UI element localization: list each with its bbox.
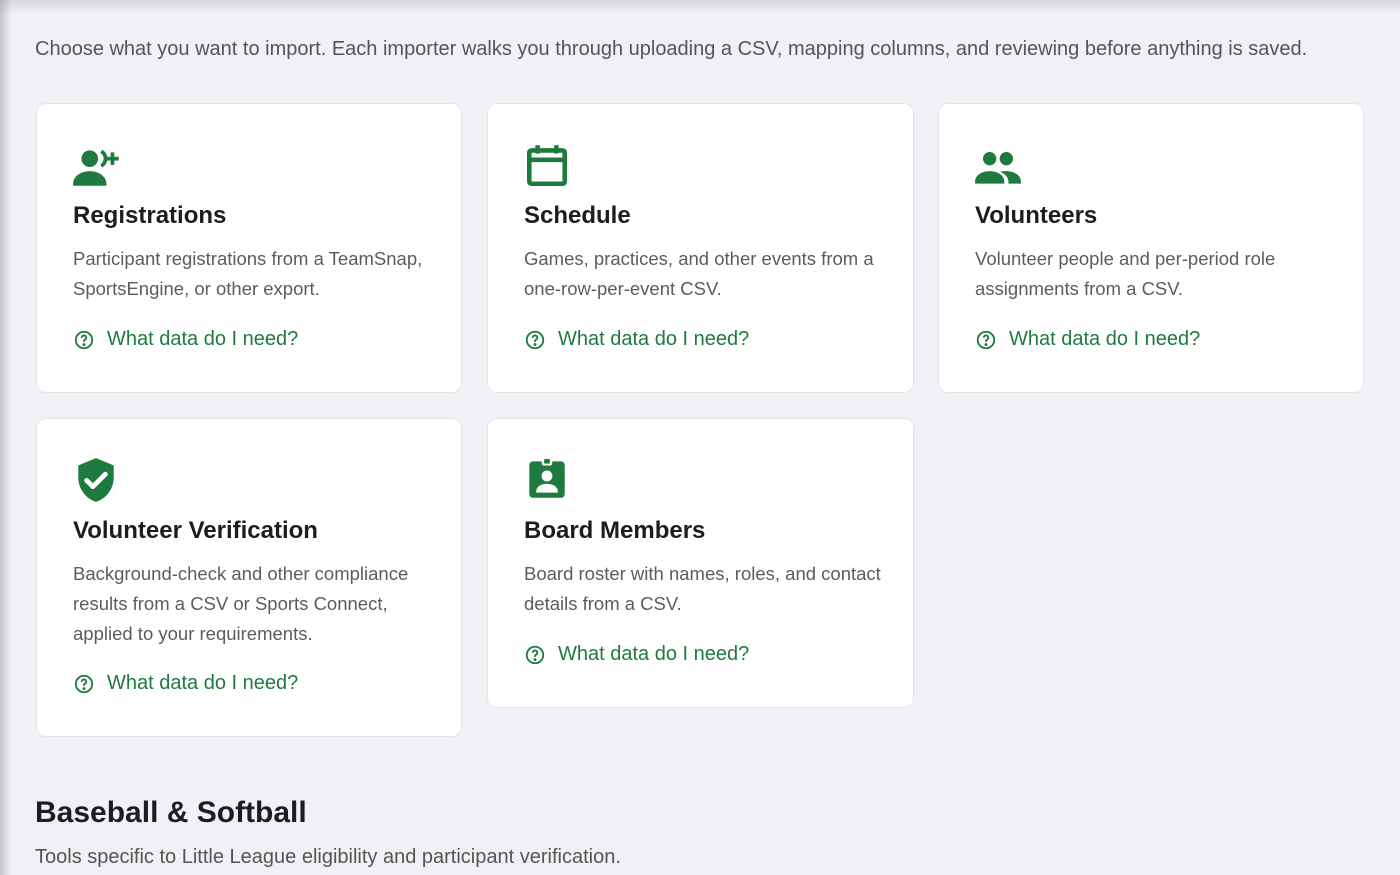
badge-icon: [522, 453, 572, 503]
what-data-link[interactable]: What data do I need?: [524, 328, 749, 351]
help-circle-icon: [524, 644, 546, 666]
registrations-card[interactable]: Registrations Participant registrations …: [36, 103, 462, 393]
card-description: Participant registrations from a TeamSna…: [73, 248, 423, 299]
import-page: Choose what you want to import. Each imp…: [0, 0, 1400, 875]
top-edge-shadow: [0, 0, 1400, 14]
help-circle-icon: [73, 673, 95, 695]
verified-shield-icon: [71, 455, 121, 505]
help-circle-icon: [975, 329, 997, 351]
person-add-icon: [71, 142, 121, 192]
help-link-label: What data do I need?: [1009, 328, 1201, 350]
help-link-label: What data do I need?: [558, 643, 750, 665]
card-title: Volunteers: [975, 202, 1098, 229]
card-title: Board Members: [524, 517, 706, 544]
card-description: Background-check and other compliance re…: [73, 563, 409, 644]
card-title: Registrations: [73, 202, 227, 229]
what-data-link[interactable]: What data do I need?: [73, 672, 298, 695]
help-link-label: What data do I need?: [107, 672, 299, 694]
card-title: Schedule: [524, 202, 631, 229]
what-data-link[interactable]: What data do I need?: [73, 328, 298, 351]
volunteers-card[interactable]: Volunteers Volunteer people and per-peri…: [938, 103, 1364, 393]
section-title: Baseball & Softball: [35, 796, 307, 829]
help-link-label: What data do I need?: [107, 328, 299, 350]
card-description: Board roster with names, roles, and cont…: [524, 563, 881, 614]
help-circle-icon: [73, 329, 95, 351]
intro-text: Choose what you want to import. Each imp…: [35, 38, 1308, 60]
what-data-link[interactable]: What data do I need?: [975, 328, 1200, 351]
left-edge-shadow: [0, 0, 12, 875]
people-icon: [973, 142, 1023, 192]
volunteer-verification-card[interactable]: Volunteer Verification Background-check …: [36, 418, 462, 737]
help-circle-icon: [524, 329, 546, 351]
card-description: Games, practices, and other events from …: [524, 248, 874, 299]
what-data-link[interactable]: What data do I need?: [524, 643, 749, 666]
calendar-icon: [522, 140, 572, 190]
section-subtitle: Tools specific to Little League eligibil…: [35, 846, 621, 868]
help-link-label: What data do I need?: [558, 328, 750, 350]
card-description: Volunteer people and per-period role ass…: [975, 248, 1276, 299]
card-title: Volunteer Verification: [73, 517, 318, 544]
schedule-card[interactable]: Schedule Games, practices, and other eve…: [487, 103, 914, 393]
board-members-card[interactable]: Board Members Board roster with names, r…: [487, 418, 914, 708]
